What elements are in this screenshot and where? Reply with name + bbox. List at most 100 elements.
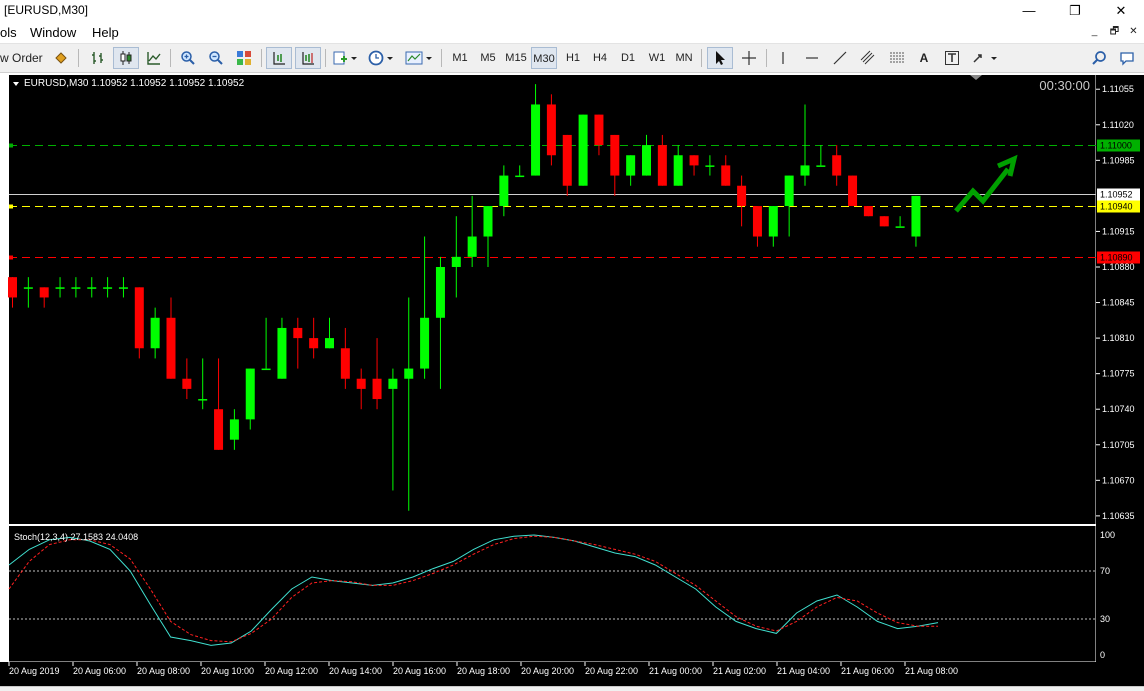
mdi-restore-button[interactable]: 🗗	[1106, 24, 1123, 40]
time-label: 21 Aug 04:00	[777, 666, 830, 676]
candle-body	[134, 287, 144, 349]
price-label: 1.10740	[1102, 404, 1135, 414]
minimize-button[interactable]: —	[1006, 0, 1052, 22]
candle-body	[626, 155, 636, 176]
timeframe-mn-button[interactable]: MN	[672, 47, 696, 69]
candlestick-chart-icon[interactable]	[113, 47, 139, 69]
toolbar-separator	[170, 49, 171, 67]
menu-window[interactable]: Window	[30, 25, 76, 40]
toolbar-separator	[325, 49, 326, 67]
candle-body	[705, 165, 715, 167]
timeframe-h1-button[interactable]: H1	[561, 47, 585, 69]
price-label: 1.10845	[1102, 298, 1135, 308]
candle-body	[657, 145, 667, 186]
time-label: 20 Aug 14:00	[329, 666, 382, 676]
tile-windows-icon[interactable]	[232, 47, 256, 69]
chart-shift-icon[interactable]	[295, 47, 321, 69]
candle-body	[325, 338, 334, 349]
menu-help[interactable]: Help	[92, 25, 119, 40]
bar-chart-icon[interactable]	[86, 47, 110, 69]
candle-body	[515, 175, 525, 178]
close-button[interactable]: ✕	[1098, 0, 1144, 22]
candle-body	[737, 185, 747, 207]
candle-timer: 00:30:00	[1039, 78, 1090, 93]
mdi-close-button[interactable]: ✕	[1125, 24, 1142, 40]
maximize-button[interactable]: ❐	[1052, 0, 1098, 22]
time-label: 21 Aug 06:00	[841, 666, 894, 676]
autotrading-icon[interactable]	[50, 47, 72, 69]
candle-body	[451, 256, 461, 267]
candle-body	[214, 409, 224, 450]
templates-icon[interactable]	[402, 47, 436, 69]
chat-icon[interactable]	[1116, 47, 1138, 69]
crosshair-icon[interactable]	[737, 47, 761, 69]
candle-body	[293, 327, 303, 339]
candle-body	[879, 216, 889, 227]
timeframe-m5-button[interactable]: M5	[476, 47, 500, 69]
candle-body	[388, 378, 398, 389]
candle-body	[8, 277, 17, 298]
candle-body	[435, 266, 445, 318]
search-icon[interactable]	[1088, 47, 1110, 69]
candle-body	[103, 287, 113, 289]
zoom-out-icon[interactable]	[204, 47, 228, 69]
new-order-button[interactable]: w Order	[0, 47, 44, 69]
timeframe-m1-button[interactable]: M1	[448, 47, 472, 69]
stoch-level-label: 0	[1100, 650, 1105, 660]
vertical-line-icon[interactable]	[772, 47, 794, 69]
arrows-icon[interactable]	[969, 47, 1001, 69]
stochastic-label: Stoch(12,3,4) 27.1583 24.0408	[14, 532, 138, 542]
text-label-icon[interactable]	[940, 47, 964, 69]
trendline-icon[interactable]	[828, 47, 852, 69]
candle-body	[499, 175, 509, 207]
mdi-minimize-button[interactable]: _	[1086, 24, 1103, 40]
zoom-in-icon[interactable]	[176, 47, 200, 69]
candle-body	[610, 134, 620, 176]
time-label: 20 Aug 12:00	[265, 666, 318, 676]
timeframe-w1-button[interactable]: W1	[645, 47, 669, 69]
menu-bar: ols Window Help _ 🗗 ✕	[0, 22, 1144, 44]
timeframe-h4-button[interactable]: H4	[588, 47, 612, 69]
periods-clock-icon[interactable]	[365, 47, 397, 69]
time-label: 20 Aug 18:00	[457, 666, 510, 676]
menu-tools[interactable]: ols	[0, 25, 17, 40]
stochastic-area[interactable]	[9, 526, 1096, 662]
candle-body	[768, 206, 778, 237]
candle-body	[848, 175, 858, 207]
equidistant-channel-icon[interactable]	[855, 47, 881, 69]
price-label: 1.10880	[1102, 262, 1135, 272]
time-label: 21 Aug 02:00	[713, 666, 766, 676]
timeframe-m30-button[interactable]: M30	[531, 47, 557, 69]
candle-body	[467, 236, 477, 257]
timeframe-m15-button[interactable]: M15	[503, 47, 529, 69]
price-label: 1.10705	[1102, 440, 1135, 450]
candle-body	[340, 348, 350, 379]
candle-body	[198, 399, 208, 401]
candle-body	[309, 338, 319, 349]
horizontal-line-icon[interactable]	[800, 47, 824, 69]
line-chart-icon[interactable]	[142, 47, 166, 69]
candle-body	[784, 175, 794, 207]
candle-body	[816, 165, 826, 167]
candle-body	[39, 287, 49, 298]
auto-scroll-icon[interactable]	[266, 47, 292, 69]
level-anchor	[9, 255, 13, 260]
toolbar-separator	[766, 49, 767, 67]
candle-body	[404, 368, 414, 379]
time-label: 20 Aug 10:00	[201, 666, 254, 676]
candle-body	[800, 165, 810, 176]
candle-body	[261, 368, 271, 371]
toolbar: w Order M1 M5 M15 M30 H1 H4 D1 W1 MN A	[0, 44, 1144, 73]
indicators-icon[interactable]	[330, 47, 360, 69]
chart-canvas[interactable]: 1.110001.109521.109401.10890 10070300 1.…	[0, 73, 1144, 686]
candle-body	[594, 114, 604, 146]
chart-symbol-header: EURUSD,M30 1.10952 1.10952 1.10952 1.109…	[24, 78, 245, 89]
cursor-icon[interactable]	[707, 47, 733, 69]
fibonacci-icon[interactable]	[884, 47, 910, 69]
price-label: 1.10775	[1102, 369, 1135, 379]
text-tool-button[interactable]: A	[913, 47, 935, 69]
timeframe-d1-button[interactable]: D1	[616, 47, 640, 69]
price-label: 1.10915	[1102, 226, 1135, 236]
stoch-level-label: 70	[1100, 566, 1110, 576]
level-label: 1.10952	[1100, 190, 1133, 200]
